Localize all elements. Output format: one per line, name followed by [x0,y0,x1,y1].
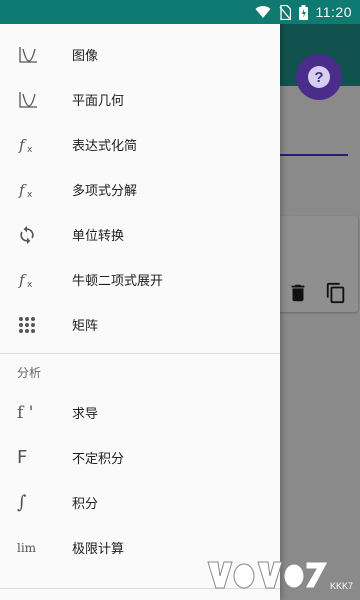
sync-icon [0,212,72,257]
derivative-icon: f ' [0,390,72,435]
fx-icon: fx [0,122,72,167]
status-icons: 11:20 [255,3,353,21]
graph-axes-icon [0,77,72,122]
drawer-item-binomial[interactable]: fx 牛顿二项式展开 [0,257,280,302]
drawer-item-label: 求导 [72,407,99,422]
drawer-item-graph[interactable]: 图像 [0,32,280,77]
drawer-item-label: 单位转换 [72,229,125,244]
drawer-item-label: 图像 [72,49,99,64]
drawer-item-label: 牛顿二项式展开 [72,274,164,289]
watermark-logo: KKK7.com [207,561,354,591]
drawer-item-label: 积分 [72,497,99,512]
drawer-item-matrix[interactable]: 矩阵 [0,302,280,347]
drawer-item-unit-conversion[interactable]: 单位转换 [0,212,280,257]
drawer-item-derivative[interactable]: f ' 求导 [0,390,280,435]
integral-icon: ∫ [0,480,72,525]
no-sim-icon [279,4,291,20]
fx-icon: fx [0,257,72,302]
drawer-item-label: 平面几何 [72,94,125,109]
help-icon: ? [308,66,330,88]
status-time: 11:20 [315,4,352,20]
svg-text:f: f [18,181,27,199]
graph-axes-icon [0,32,72,77]
drawer-item-factorize[interactable]: fx 多项式分解 [0,167,280,212]
drawer-item-label: 极限计算 [72,542,125,557]
fx-icon: fx [0,167,72,212]
limit-icon: lim [0,525,72,570]
wifi-icon [255,6,270,19]
drawer-item-label: 多项式分解 [72,184,138,199]
matrix-dots-icon [0,302,72,347]
navigation-drawer: 图像 平面几何 fx 表达式化简 fx 多项式分解 单位转换 f x 牛顿二项式… [0,0,280,600]
status-bar: 11:20 [0,0,360,24]
drawer-item-label: 表达式化简 [72,139,138,154]
watermark-text: KKK7.com [330,581,354,591]
svg-text:x: x [27,190,33,199]
drawer-item-label: 不定积分 [72,452,125,467]
battery-icon [298,4,308,20]
drawer-item-simplify[interactable]: fx 表达式化简 [0,122,280,167]
delete-icon[interactable] [287,282,309,304]
antiderivative-glyph: F [17,447,28,468]
svg-text:f: f [18,136,27,154]
derivative-glyph: f ' [17,402,34,423]
drawer-item-integral[interactable]: ∫ 积分 [0,480,280,525]
copy-icon[interactable] [325,282,347,304]
drawer-list: 图像 平面几何 fx 表达式化简 fx 多项式分解 单位转换 f x 牛顿二项式… [0,32,280,570]
drawer-item-indefinite-integral[interactable]: F 不定积分 [0,435,280,480]
limit-glyph: lim [17,540,37,555]
drawer-item-label: 矩阵 [72,319,99,334]
antiderivative-icon: F [0,435,72,480]
svg-text:f: f [18,271,27,289]
integral-glyph: ∫ [17,492,27,513]
drawer-item-plane-geometry[interactable]: 平面几何 [0,77,280,122]
help-fab[interactable]: ? [296,54,342,100]
svg-text:x: x [27,145,33,154]
section-header-analysis: 分析 [17,365,42,380]
background-tab-indicator [280,154,348,156]
svg-text:x: x [27,280,33,289]
